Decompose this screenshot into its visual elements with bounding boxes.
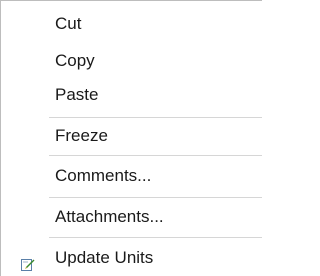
menu-item-label: Paste xyxy=(55,85,99,104)
menu-item-paste[interactable]: Paste xyxy=(1,80,262,110)
menu-separator xyxy=(49,237,262,238)
menu-item-copy[interactable]: Copy xyxy=(1,46,262,76)
menu-item-cut[interactable]: Cut xyxy=(1,9,262,39)
menu-separator xyxy=(49,197,262,198)
menu-item-label: Freeze xyxy=(55,126,108,145)
menu-item-freeze[interactable]: Freeze xyxy=(1,121,262,151)
menu-item-label: Copy xyxy=(55,51,95,70)
menu-item-comments[interactable]: Comments... xyxy=(1,161,262,191)
menu-item-update-units[interactable]: Update Units xyxy=(1,243,262,273)
context-menu: Cut Copy Paste Freeze Comments... Attach… xyxy=(0,0,262,276)
menu-item-label: Cut xyxy=(55,14,82,33)
menu-item-attachments[interactable]: Attachments... xyxy=(1,202,262,232)
menu-item-label: Attachments... xyxy=(55,207,164,226)
menu-separator xyxy=(49,117,262,118)
edit-pencil-icon xyxy=(21,251,35,271)
menu-item-label: Update Units xyxy=(55,248,154,267)
menu-item-label: Comments... xyxy=(55,166,152,185)
menu-separator xyxy=(49,155,262,156)
